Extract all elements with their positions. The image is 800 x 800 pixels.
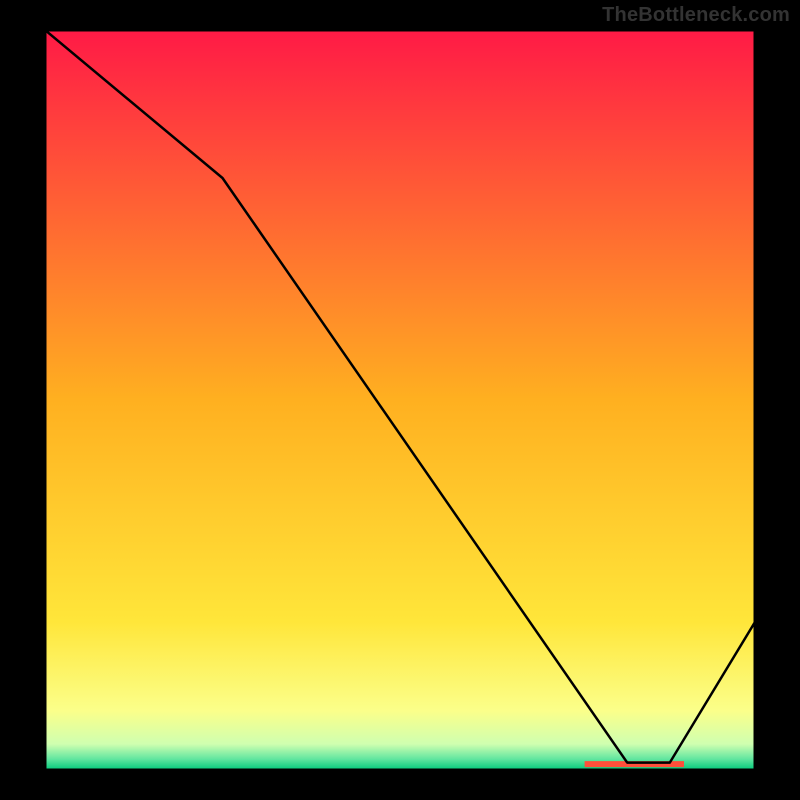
- chart-plot: [45, 30, 755, 770]
- gradient-background: [45, 30, 755, 770]
- watermark-text: TheBottleneck.com: [602, 4, 790, 27]
- chart-svg: [45, 30, 755, 770]
- chart-frame: TheBottleneck.com: [0, 0, 800, 800]
